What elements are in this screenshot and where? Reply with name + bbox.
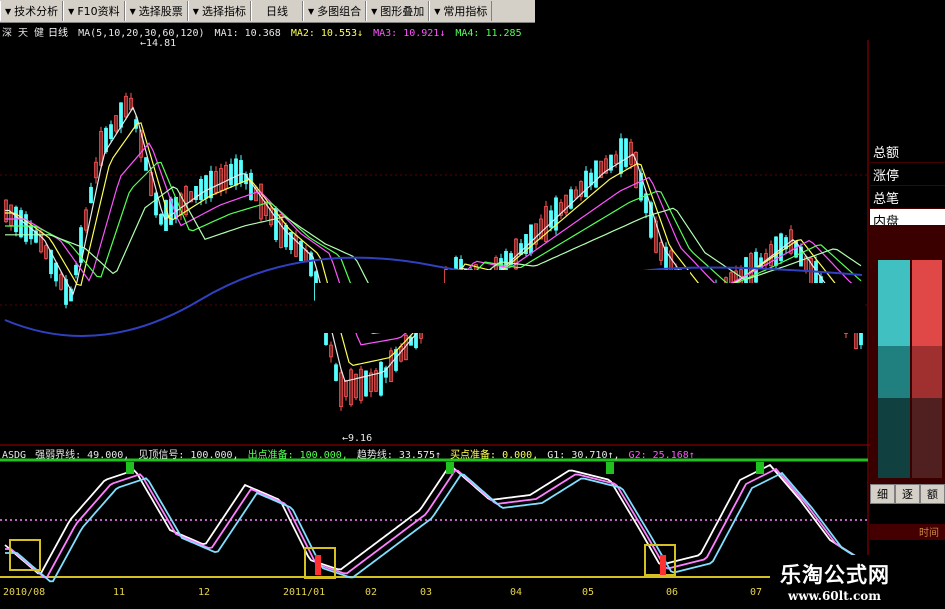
candle-body [54, 262, 58, 282]
top-signal-mark [126, 462, 134, 474]
candle-body [529, 224, 533, 254]
candle-body [144, 157, 148, 171]
candle-body [109, 124, 113, 140]
chart-gap [315, 283, 865, 333]
side-tabs: 细 逐 额 [870, 484, 945, 504]
indicator-line [5, 471, 861, 583]
candle-body [74, 264, 78, 276]
kline-chart[interactable]: ←14.81 ←9.16 [0, 0, 870, 600]
candle-body [334, 364, 338, 381]
buy-signal-bar [660, 555, 666, 575]
watermark-url: www.60lt.com [788, 589, 881, 603]
exit-prep-value: 出点准备: 100.000, [247, 450, 348, 461]
tab-detail[interactable]: 细 [870, 484, 895, 504]
chart-gap [445, 270, 690, 285]
watermark: 乐淘公式网 www.60lt.com [770, 555, 945, 609]
tab-amount[interactable]: 额 [920, 484, 945, 504]
candle-body [199, 178, 203, 201]
candle-body [89, 186, 93, 204]
side-row-total-trades: 总笔 [870, 186, 945, 209]
buy-zone-box [9, 539, 41, 571]
candle-body [364, 370, 368, 397]
date-label: 12 [198, 587, 211, 598]
top-signal-mark [606, 462, 614, 474]
date-label: 04 [510, 587, 523, 598]
candle-body [549, 210, 553, 228]
indicator-line [5, 467, 861, 579]
candle-body [624, 138, 628, 167]
candle-body [159, 213, 163, 225]
date-label: 2010/08 [3, 587, 46, 598]
indicator-line [4, 463, 861, 575]
top-signal-value: 见顶信号: 100.000, [138, 450, 239, 461]
candles [4, 92, 863, 411]
side-row-total-amount: 总额 [870, 140, 945, 163]
candle-body [584, 170, 588, 198]
trend-value: 趋势线: 33.575↑ [356, 450, 442, 461]
side-panel: 总额 涨停 总笔 内盘 [870, 140, 945, 232]
candle-body [209, 170, 213, 199]
order-book-bars [870, 225, 945, 485]
top-signal-mark [756, 462, 764, 474]
candle-body [204, 175, 208, 199]
candle-body [249, 172, 253, 201]
candle-body [239, 160, 243, 183]
indicator-lines [4, 463, 861, 583]
g2-value: G2: 25.168↑ [628, 450, 695, 461]
date-label: 06 [666, 587, 679, 598]
candle-body [859, 332, 863, 346]
date-label: 03 [420, 587, 433, 598]
candle-body [119, 102, 123, 128]
date-label: 05 [582, 587, 595, 598]
candle-body [619, 138, 623, 174]
ma-lines [4, 106, 865, 383]
candle-body [379, 361, 383, 396]
tab-tick[interactable]: 逐 [895, 484, 920, 504]
candle-body [234, 158, 238, 186]
ma-line [5, 106, 862, 383]
candle-body [154, 192, 158, 216]
watermark-title: 乐淘公式网 [780, 563, 890, 587]
date-axis: 2010/08 11 12 2011/01 02 03 04 05 06 07 [0, 585, 870, 603]
top-signal-mark [446, 462, 454, 474]
candle-body [229, 163, 233, 186]
side-row-limit-up: 涨停 [870, 163, 945, 186]
date-label: 07 [750, 587, 763, 598]
low-price-label: ←9.16 [342, 433, 372, 444]
g1-value: G1: 30.710↑, [547, 450, 620, 461]
date-label: 2011/01 [283, 587, 326, 598]
candle-body [19, 210, 23, 238]
high-price-label: ←14.81 [140, 38, 176, 49]
date-label: 02 [365, 587, 378, 598]
strength-value: 强弱界线: 49.000, [35, 450, 130, 461]
date-label: 11 [113, 587, 126, 598]
buy-prep-value: 买点准备: 0.000, [450, 450, 539, 461]
indicator-header: ASDG 强弱界线: 49.000, 见顶信号: 100.000, 出点准备: … [2, 446, 698, 461]
indicator-name: ASDG [2, 450, 27, 461]
candle-body [284, 224, 288, 248]
time-label: 时间 [870, 524, 945, 540]
candle-body [594, 160, 598, 188]
buy-signal-bar [315, 555, 321, 575]
